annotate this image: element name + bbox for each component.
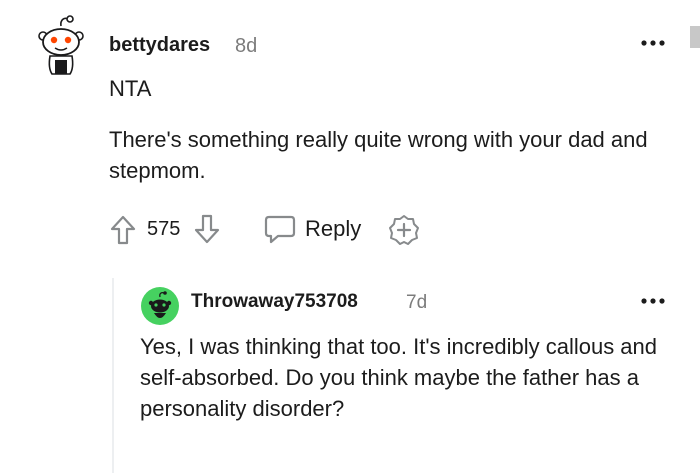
scrollbar-thumb[interactable]: [690, 26, 700, 48]
comment-body-text: There's something really quite wrong wit…: [109, 127, 648, 183]
comment-bubble-icon: [263, 214, 297, 244]
reply-label: Reply: [305, 216, 362, 241]
thread-line[interactable]: [112, 278, 114, 473]
reply-username[interactable]: Throwaway753708: [191, 291, 358, 313]
more-options-icon[interactable]: [640, 294, 666, 306]
vote-score: 575: [147, 218, 181, 240]
snoo-avatar-icon[interactable]: [34, 14, 90, 76]
comment-body-verdict: NTA: [109, 76, 152, 101]
award-plus-icon[interactable]: [388, 214, 420, 246]
reply-body-text: Yes, I was thinking that too. It's incre…: [140, 334, 658, 421]
comment-username[interactable]: bettydares: [109, 34, 210, 57]
reply-button[interactable]: Reply: [263, 214, 361, 244]
comment-timestamp: 8d: [235, 35, 258, 57]
green-snoo-avatar-icon[interactable]: [141, 287, 179, 325]
upvote-arrow-icon[interactable]: [109, 214, 137, 246]
more-options-icon[interactable]: [640, 36, 666, 48]
reply-timestamp: 7d: [406, 292, 428, 313]
downvote-arrow-icon[interactable]: [193, 213, 221, 245]
